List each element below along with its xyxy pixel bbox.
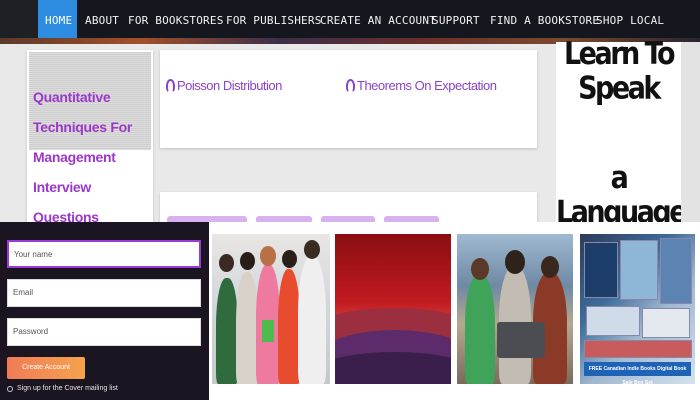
hill-shape [335,352,451,384]
email-field[interactable]: Email [7,279,201,307]
ad-headline-line2: a Language [556,160,688,231]
nav-for-publishers[interactable]: FOR PUBLISHERS [218,0,321,42]
person-head [541,256,559,278]
book-cover [584,242,618,298]
person-figure [236,272,258,384]
nav-create-account[interactable]: CREATE AN ACCOUNT [312,0,436,42]
person-figure [298,256,326,384]
page-right-edge [681,42,700,222]
laptop-shape [497,322,545,358]
book-cover [660,238,692,304]
book-shape [262,320,274,342]
person-head [304,240,320,259]
book-collage-photo[interactable]: FREE Canadian Indie Books Digital Book S… [580,234,695,384]
ad-headline-line1: Learn To Speak [563,36,676,107]
students-group-photo[interactable] [212,234,330,384]
book-cover [642,308,690,338]
nav-for-bookstores[interactable]: FOR BOOKSTORES [120,0,223,42]
question-icon [346,78,355,93]
person-head [240,252,255,270]
language-ad[interactable]: Learn To Speak a Language [556,37,688,230]
topic-label: Poisson Distribution [177,78,282,93]
signup-form: Your name Email Password Create Account … [0,222,209,400]
mailing-list-option[interactable]: Sign up for the Cover mailing list [7,385,118,392]
person-head [505,250,525,274]
image-gallery: FREE Canadian Indie Books Digital Book S… [209,222,700,400]
article-title[interactable]: Quantitative Techniques For Management I… [33,82,151,232]
nav-left-strip [0,0,38,42]
person-figure [278,269,300,384]
name-field[interactable]: Your name [7,240,201,268]
nav-about[interactable]: ABOUT [77,0,120,42]
topics-card: Poisson Distribution Theorems On Expecta… [160,50,537,148]
person-head [471,258,489,280]
person-head [260,246,276,266]
topic-label: Theorems On Expectation [357,78,497,93]
mailing-list-label: Sign up for the Cover mailing list [17,385,118,392]
create-account-button[interactable]: Create Account [7,357,85,379]
password-field[interactable]: Password [7,318,201,346]
person-head [219,254,234,272]
mailing-list-checkbox[interactable] [7,385,13,392]
question-icon [166,78,175,93]
students-laptop-photo[interactable] [457,234,573,384]
book-cover [584,340,692,358]
person-head [282,250,297,268]
nav-home[interactable]: HOME [38,0,77,42]
book-cover [620,240,658,300]
article-card[interactable]: Quantitative Techniques For Management I… [27,50,153,225]
topic-link-expectation[interactable]: Theorems On Expectation [346,78,497,93]
book-cover [586,306,640,336]
person-figure [216,278,238,384]
person-figure [465,274,495,384]
collage-banner: FREE Canadian Indie Books Digital Book S… [584,362,691,384]
topic-link-poisson[interactable]: Poisson Distribution [166,78,282,93]
nav-support[interactable]: SUPPORT [424,0,482,42]
red-landscape-photo[interactable] [335,234,451,384]
